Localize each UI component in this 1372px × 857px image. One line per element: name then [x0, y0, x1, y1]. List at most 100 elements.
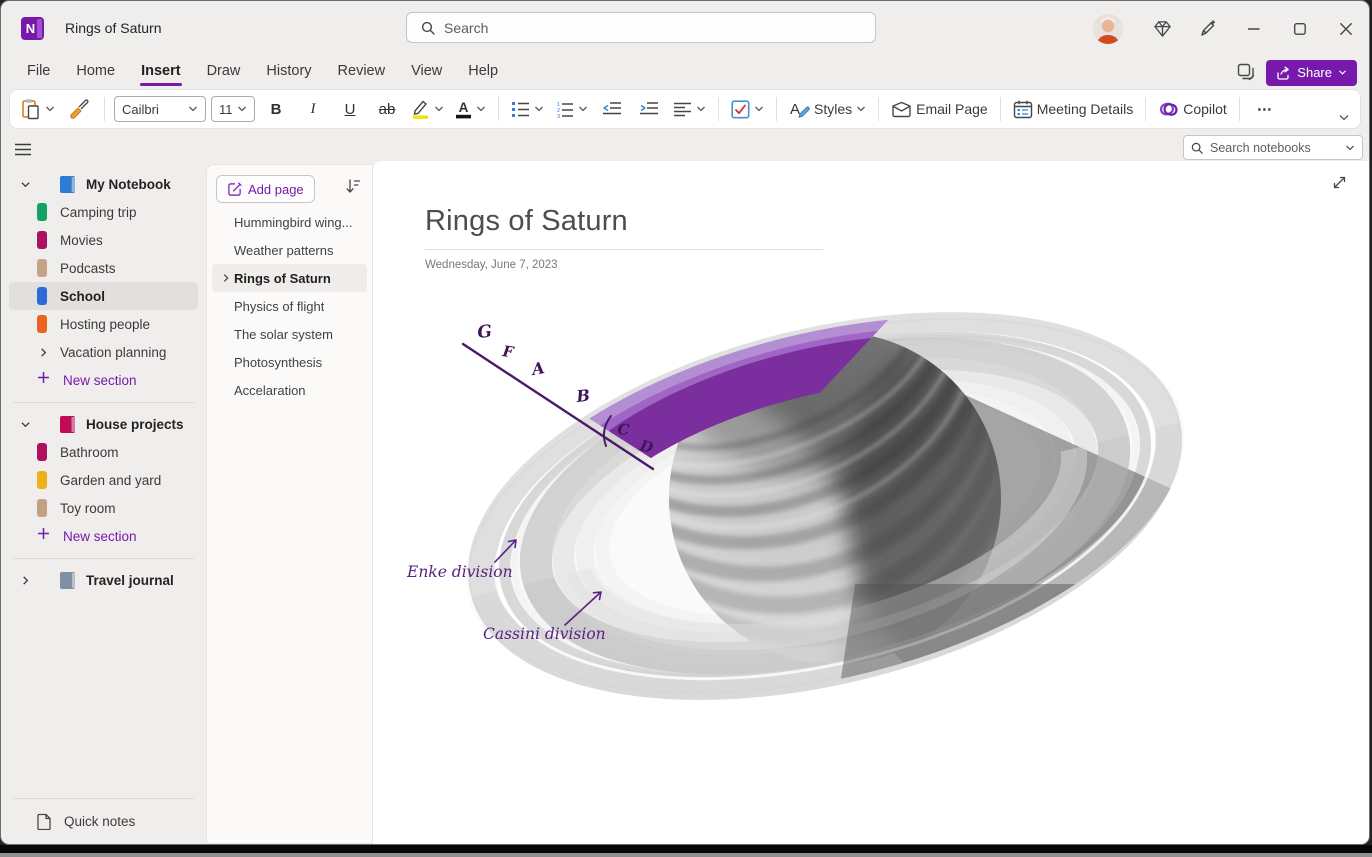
- page-title: Hummingbird wing...: [234, 215, 353, 230]
- notebook-label: Travel journal: [86, 573, 174, 588]
- share-button[interactable]: Share: [1266, 60, 1357, 86]
- paste-button[interactable]: [18, 95, 58, 123]
- todo-tag-button[interactable]: [728, 95, 767, 123]
- notebook-icon: [60, 416, 75, 433]
- chevron-down-icon: [754, 105, 764, 113]
- section-toy-room[interactable]: Toy room: [9, 494, 198, 522]
- search-input[interactable]: Search: [406, 12, 876, 43]
- page-item[interactable]: The solar system: [212, 320, 367, 348]
- notebook-house-projects[interactable]: House projects: [9, 410, 198, 438]
- copilot-button[interactable]: Copilot: [1155, 95, 1230, 123]
- section-podcasts[interactable]: Podcasts: [9, 254, 198, 282]
- section-group-vacation-planning[interactable]: Vacation planning: [9, 338, 198, 366]
- styles-button[interactable]: A Styles: [786, 95, 869, 123]
- tab-insert[interactable]: Insert: [128, 56, 194, 89]
- collapse-ribbon-chevron[interactable]: [1338, 109, 1350, 127]
- tab-draw[interactable]: Draw: [194, 56, 254, 89]
- indent-icon: [639, 101, 659, 117]
- section-school[interactable]: School: [9, 282, 198, 310]
- page-title: Weather patterns: [234, 243, 333, 258]
- page-title-heading[interactable]: Rings of Saturn: [425, 205, 628, 238]
- plus-icon: [37, 371, 50, 389]
- notebook-label: My Notebook: [86, 177, 171, 192]
- sort-icon: [345, 178, 361, 194]
- expand-page-icon[interactable]: [1332, 175, 1347, 195]
- ribbon-toolbar: Cailbri 11 B I U ab A: [9, 89, 1361, 129]
- new-section-button[interactable]: New section: [9, 366, 198, 394]
- copilot-label: Copilot: [1183, 101, 1227, 117]
- quick-notes-button[interactable]: Quick notes: [1, 799, 206, 844]
- section-camping-trip[interactable]: Camping trip: [9, 198, 198, 226]
- align-icon: [673, 102, 692, 117]
- strikethrough-button[interactable]: ab: [371, 95, 403, 123]
- tab-view[interactable]: View: [398, 56, 455, 89]
- add-page-label: Add page: [248, 182, 304, 197]
- page-item[interactable]: Weather patterns: [212, 236, 367, 264]
- svg-text:A: A: [459, 100, 469, 115]
- envelope-icon: [891, 101, 912, 118]
- chevron-down-icon: [237, 105, 247, 113]
- page-canvas[interactable]: Rings of Saturn Wednesday, June 7, 2023: [373, 161, 1369, 844]
- numbered-list-button[interactable]: 123: [552, 95, 591, 123]
- add-page-button[interactable]: Add page: [216, 175, 315, 203]
- feedback-pen-icon[interactable]: [1185, 1, 1231, 56]
- tab-help[interactable]: Help: [455, 56, 511, 89]
- font-size-select[interactable]: 11: [211, 96, 255, 122]
- maximize-button[interactable]: [1277, 1, 1323, 56]
- tab-review[interactable]: Review: [325, 56, 399, 89]
- email-page-button[interactable]: Email Page: [888, 95, 991, 123]
- section-color-tab: [37, 259, 47, 277]
- tab-file[interactable]: File: [14, 56, 63, 89]
- window-title: Rings of Saturn: [65, 1, 162, 56]
- search-notebooks-input[interactable]: Search notebooks: [1183, 135, 1363, 160]
- highlight-button[interactable]: [408, 95, 447, 123]
- account-avatar[interactable]: [1093, 14, 1123, 44]
- section-garden-and-yard[interactable]: Garden and yard: [9, 466, 198, 494]
- page-item[interactable]: Hummingbird wing...: [212, 208, 367, 236]
- chevron-down-icon: [1338, 69, 1347, 76]
- meeting-details-button[interactable]: Meeting Details: [1010, 95, 1137, 123]
- page-item[interactable]: Photosynthesis: [212, 348, 367, 376]
- saturn-drawing[interactable]: G F A B C D Enke division Cassini divisi…: [405, 294, 1205, 724]
- ribbon-more-button[interactable]: ⋯: [1249, 95, 1281, 123]
- premium-diamond-icon[interactable]: [1139, 1, 1185, 56]
- section-bathroom[interactable]: Bathroom: [9, 438, 198, 466]
- chevron-down-icon: [20, 180, 31, 189]
- alignment-button[interactable]: [670, 95, 709, 123]
- page-item-selected[interactable]: Rings of Saturn: [212, 264, 367, 292]
- section-hosting-people[interactable]: Hosting people: [9, 310, 198, 338]
- bold-button[interactable]: B: [260, 95, 292, 123]
- copy-page-button[interactable]: [1237, 63, 1256, 82]
- font-color-button[interactable]: A: [452, 95, 489, 123]
- new-section-button[interactable]: New section: [9, 522, 198, 550]
- meeting-details-label: Meeting Details: [1037, 101, 1134, 117]
- format-painter-button[interactable]: [63, 95, 95, 123]
- enke-division-label: Enke division: [406, 563, 513, 581]
- chevron-right-icon: [21, 575, 30, 586]
- section-label: Movies: [60, 233, 103, 248]
- font-name-select[interactable]: Cailbri: [114, 96, 206, 122]
- section-movies[interactable]: Movies: [9, 226, 198, 254]
- decrease-indent-button[interactable]: [596, 95, 628, 123]
- page-title: Photosynthesis: [234, 355, 322, 370]
- page-date: Wednesday, June 7, 2023: [425, 259, 558, 271]
- notebook-travel-journal[interactable]: Travel journal: [9, 566, 198, 594]
- tab-home[interactable]: Home: [63, 56, 128, 89]
- notebook-my-notebook[interactable]: My Notebook: [9, 170, 198, 198]
- search-icon: [1191, 142, 1203, 154]
- increase-indent-button[interactable]: [633, 95, 665, 123]
- minimize-button[interactable]: [1231, 1, 1277, 56]
- styles-label: Styles: [814, 101, 852, 117]
- chevron-down-icon: [534, 105, 544, 113]
- tab-history[interactable]: History: [253, 56, 324, 89]
- sort-pages-button[interactable]: [345, 178, 361, 199]
- bullet-list-button[interactable]: [508, 95, 547, 123]
- underline-button[interactable]: U: [334, 95, 366, 123]
- quick-notes-label: Quick notes: [64, 814, 135, 829]
- close-button[interactable]: [1323, 1, 1369, 56]
- page-item[interactable]: Accelaration: [212, 376, 367, 404]
- section-label: Bathroom: [60, 445, 119, 460]
- italic-button[interactable]: I: [297, 95, 329, 123]
- page-item[interactable]: Physics of flight: [212, 292, 367, 320]
- section-color-tab: [37, 499, 47, 517]
